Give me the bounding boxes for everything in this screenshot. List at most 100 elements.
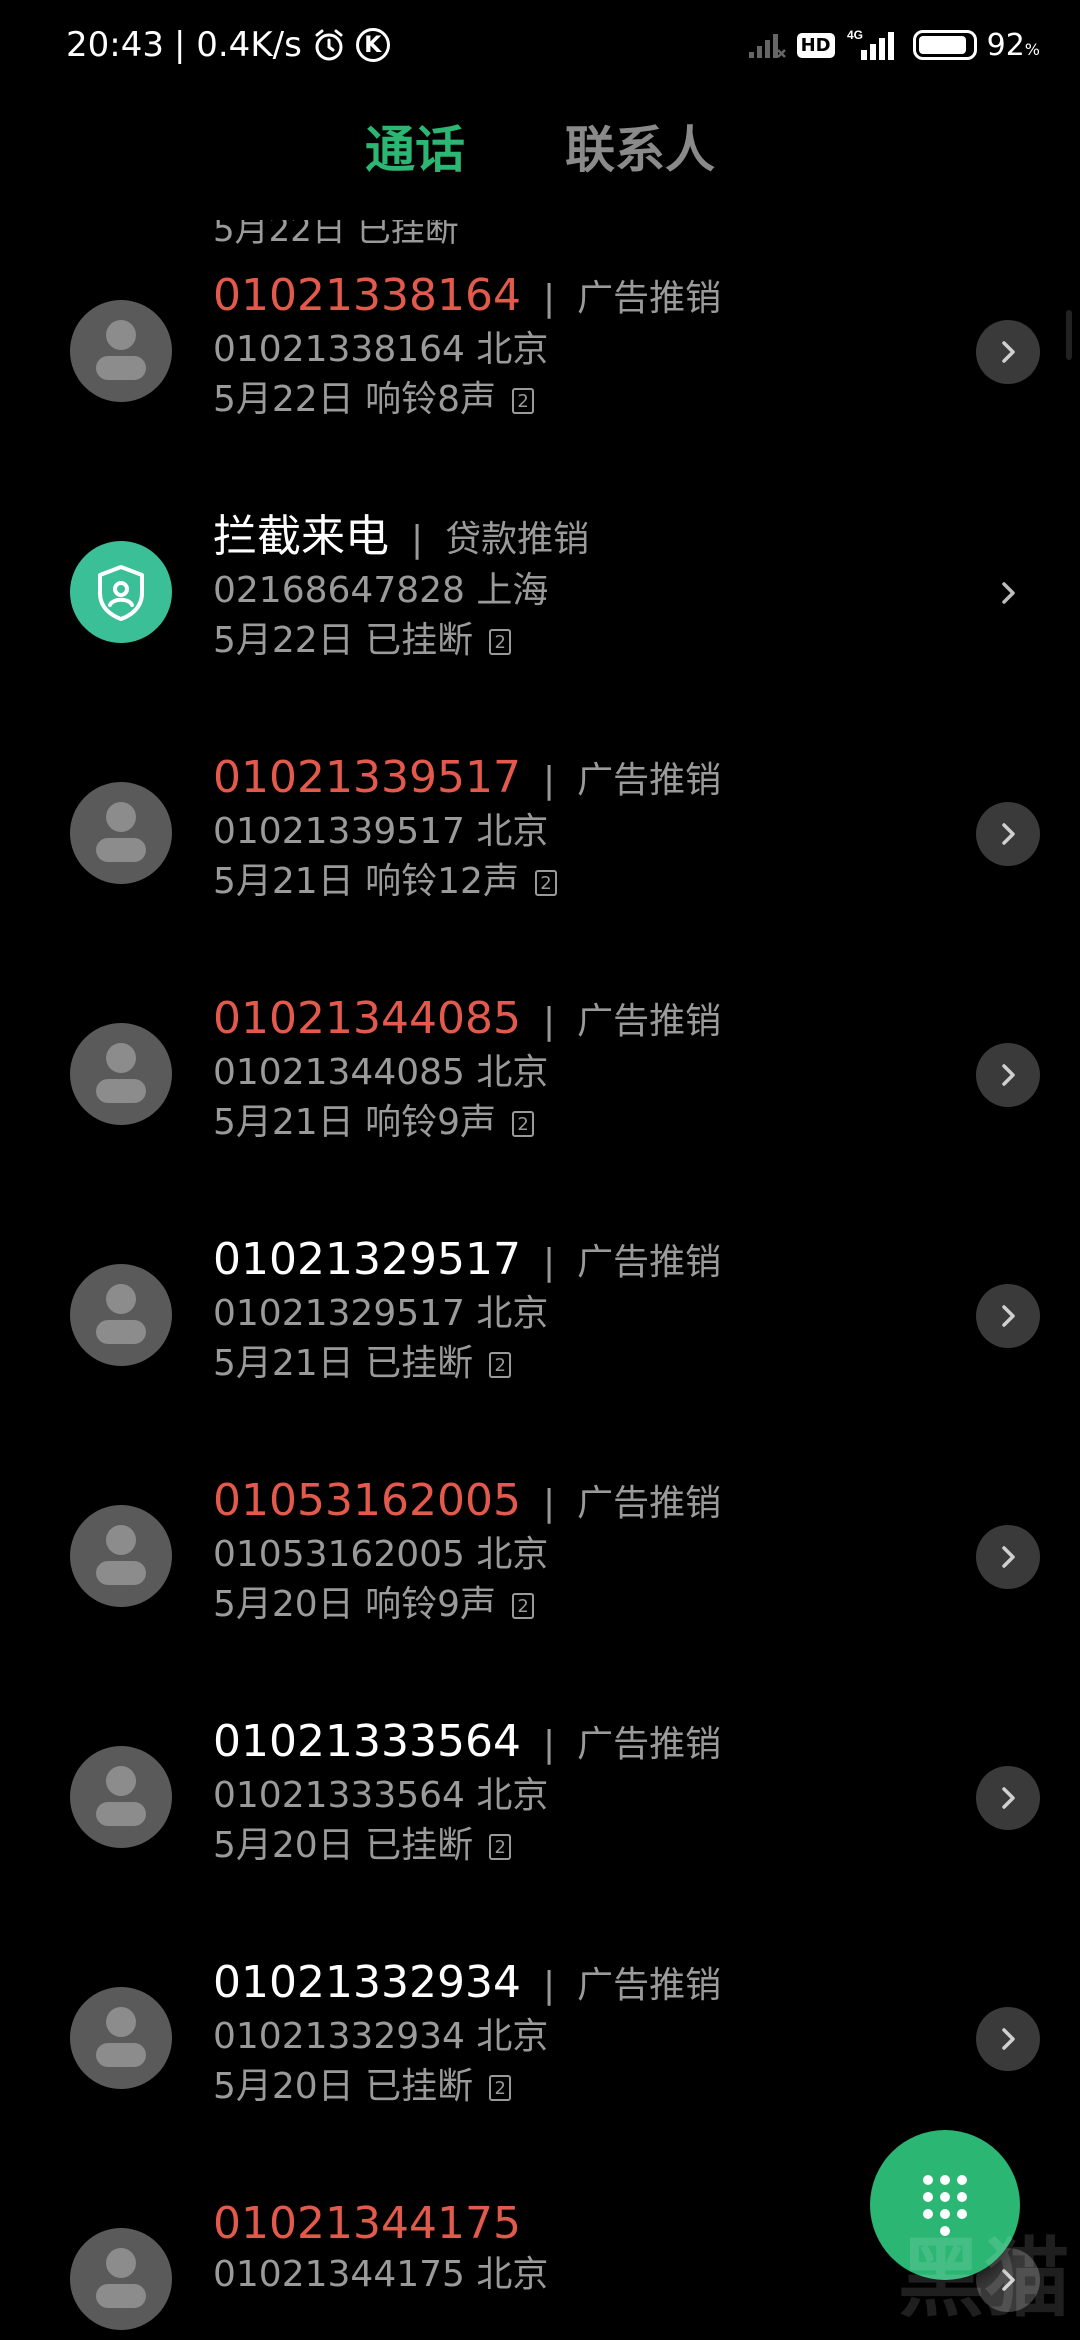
caller-name: 01021329517 — [213, 1234, 521, 1285]
call-log-row[interactable]: 01021338164 | 广告推销 01021338164 北京 5月22日 响铃8声… — [0, 222, 1080, 462]
tab-calls[interactable]: 通话 — [365, 110, 465, 182]
call-text-block: 01053162005 | 广告推销 01053162005 北京 5月20日 响铃9声… — [213, 1475, 721, 1630]
person-avatar-icon[interactable] — [70, 782, 172, 884]
caller-name: 01021339517 — [213, 752, 521, 803]
call-text-block: 01021338164 | 广告推销 01021338164 北京 5月22日 响铃8声… — [213, 270, 721, 425]
call-text-block: 01021344085 | 广告推销 01021344085 北京 5月21日 响铃9声… — [213, 993, 721, 1148]
call-log-row[interactable]: 01021329517 | 广告推销 01021329517 北京 5月21日 已挂断 2 — [0, 1186, 1080, 1426]
person-avatar-icon[interactable] — [70, 1505, 172, 1607]
call-meta-line: 5月21日 已挂断 2 — [213, 1339, 721, 1389]
caller-number-location: 01053162005 北京 — [213, 1534, 549, 1575]
chevron-right-icon — [1002, 2028, 1015, 2050]
call-meta: 5月20日 响铃9声 — [213, 1584, 497, 1625]
caller-number-location: 01021344085 北京 — [213, 1052, 549, 1093]
person-avatar-icon[interactable] — [70, 1746, 172, 1848]
separator: | — [542, 760, 556, 801]
caller-name: 01021333564 — [213, 1716, 521, 1767]
separator: | — [542, 1001, 556, 1042]
call-log-row[interactable]: 01021332934 | 广告推销 01021332934 北京 5月20日 已挂断 2 — [0, 1909, 1080, 2149]
battery-percent-value: 92 — [986, 27, 1025, 63]
battery-percent-unit: % — [1024, 39, 1040, 59]
call-log-row[interactable]: 01053162005 | 广告推销 01053162005 北京 5月20日 响铃9声… — [0, 1427, 1080, 1667]
person-avatar-icon[interactable] — [70, 1023, 172, 1125]
caller-number-location: 01021329517 北京 — [213, 1293, 549, 1334]
k-badge-icon: K — [355, 28, 390, 62]
person-avatar-icon[interactable] — [70, 1264, 172, 1366]
call-title-line: 拦截来电 | 贷款推销 — [213, 511, 589, 566]
call-meta-line: 5月21日 响铃9声 2 — [213, 1098, 721, 1148]
caller-name: 01021332934 — [213, 1957, 521, 2008]
chevron-right-icon — [1002, 1546, 1015, 1568]
call-title-line: 01021338164 | 广告推销 — [213, 270, 721, 325]
call-title-line: 01021344175 — [213, 2198, 548, 2250]
person-avatar-icon[interactable] — [70, 1987, 172, 2089]
battery-icon — [912, 30, 977, 60]
status-right: HD 4G 92% — [747, 28, 1040, 63]
caller-number-location: 02168647828 上海 — [213, 570, 549, 611]
call-title-line: 01021332934 | 广告推销 — [213, 1957, 721, 2012]
call-title-line: 01053162005 | 广告推销 — [213, 1475, 721, 1530]
caller-tag: 贷款推销 — [445, 519, 590, 560]
call-log-row[interactable]: 01021344085 | 广告推销 01021344085 北京 5月21日 响铃9声… — [0, 945, 1080, 1185]
call-meta-line: 5月22日 响铃8声 2 — [213, 375, 721, 425]
call-title-line: 01021339517 | 广告推销 — [213, 752, 721, 807]
sim-card-icon: 2 — [534, 870, 557, 896]
call-meta: 5月20日 已挂断 — [213, 2066, 474, 2107]
sim-card-icon: 2 — [512, 388, 535, 414]
person-avatar-icon[interactable] — [70, 300, 172, 402]
call-log-row[interactable]: 01021333564 | 广告推销 01021333564 北京 5月20日 已挂断 2 — [0, 1668, 1080, 1908]
call-details-button[interactable] — [976, 1284, 1040, 1348]
call-log-row[interactable]: 01021339517 | 广告推销 01021339517 北京 5月21日 响铃12… — [0, 704, 1080, 944]
call-details-button[interactable] — [976, 1766, 1040, 1830]
chevron-right-icon — [1002, 823, 1015, 845]
svg-text:4G: 4G — [847, 28, 863, 42]
signal-4g-icon: 4G — [845, 28, 903, 62]
sim-card-icon: 2 — [512, 1593, 535, 1619]
caller-name: 01021338164 — [213, 270, 521, 321]
call-meta-line: 5月20日 已挂断 2 — [213, 1821, 721, 1871]
call-details-button[interactable] — [976, 802, 1040, 866]
caller-tag: 广告推销 — [577, 1965, 722, 2006]
call-details-button[interactable] — [976, 561, 1040, 625]
separator: | — [542, 1483, 556, 1524]
sim-card-icon: 2 — [489, 1834, 512, 1860]
call-meta: 5月22日 已挂断 — [213, 620, 474, 661]
call-meta: 5月21日 响铃9声 — [213, 1102, 497, 1143]
person-avatar-icon[interactable] — [70, 2228, 172, 2330]
caller-name: 01021344175 — [213, 2198, 521, 2249]
caller-tag: 广告推销 — [577, 1242, 722, 1283]
chevron-right-icon — [1002, 1305, 1015, 1327]
shield-avatar-icon[interactable] — [70, 541, 172, 643]
call-meta: 5月21日 响铃12声 — [213, 861, 519, 902]
call-log-row[interactable]: 拦截来电 | 贷款推销 02168647828 上海 5月22日 已挂断 2 — [0, 463, 1080, 703]
call-text-block: 01021344175 01021344175 北京 — [213, 2198, 548, 2300]
call-meta-line: 5月20日 已挂断 2 — [213, 2062, 721, 2112]
sim-card-icon: 2 — [512, 1111, 535, 1137]
call-details-button[interactable] — [976, 320, 1040, 384]
call-title-line: 01021329517 | 广告推销 — [213, 1234, 721, 1289]
call-log-list: 5月22日 已挂断 01021338164 | 广告推销 01021338164 北京… — [0, 200, 1080, 2340]
call-details-button[interactable] — [976, 2007, 1040, 2071]
separator: | — [542, 1242, 556, 1283]
call-text-block: 01021339517 | 广告推销 01021339517 北京 5月21日 响铃12… — [213, 752, 721, 907]
battery-percent: 92% — [987, 28, 1040, 63]
call-details-button[interactable] — [976, 1043, 1040, 1107]
battery-fill — [918, 36, 967, 54]
chevron-right-icon — [1002, 341, 1015, 363]
sim-card-icon: 2 — [489, 629, 512, 655]
separator: | — [542, 1724, 556, 1765]
status-left: 20:43 | 0.4K/s K — [66, 25, 390, 65]
call-text-block: 01021332934 | 广告推销 01021332934 北京 5月20日 已挂断 2 — [213, 1957, 721, 2112]
tab-contacts[interactable]: 联系人 — [565, 110, 715, 182]
call-text-block: 01021329517 | 广告推销 01021329517 北京 5月21日 已挂断 2 — [213, 1234, 721, 1389]
caller-tag: 广告推销 — [577, 760, 722, 801]
separator: | — [542, 278, 556, 319]
call-meta: 5月20日 已挂断 — [213, 1825, 474, 1866]
caller-number-location: 01021339517 北京 — [213, 811, 549, 852]
call-title-line: 01021344085 | 广告推销 — [213, 993, 721, 1048]
call-meta-line: 5月22日 已挂断 2 — [213, 616, 589, 666]
call-title-line: 01021333564 | 广告推销 — [213, 1716, 721, 1771]
sim-card-icon: 2 — [489, 2075, 512, 2101]
separator: | — [542, 1965, 556, 2006]
call-details-button[interactable] — [976, 1525, 1040, 1589]
